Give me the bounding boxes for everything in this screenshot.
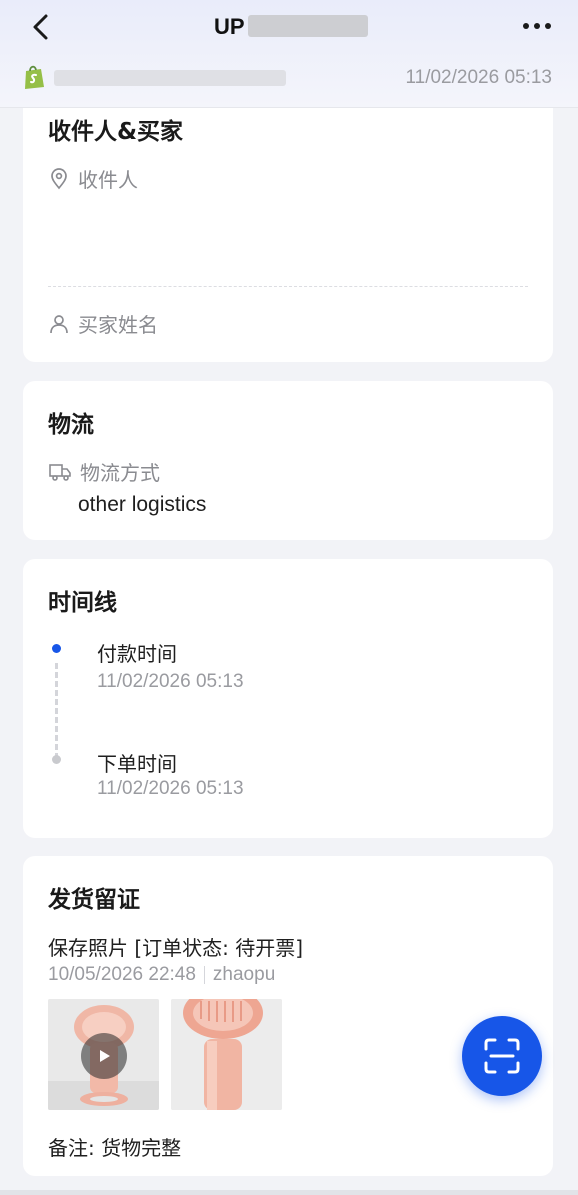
chevron-left-icon (33, 14, 48, 40)
title-redacted (248, 15, 368, 37)
back-button[interactable] (26, 12, 56, 42)
buyer-name-row: 买家姓名 (48, 309, 158, 338)
proof-meta-row: 10/05/2026 22:48 zhaopu (48, 964, 275, 986)
scan-button[interactable] (462, 1016, 542, 1096)
play-button[interactable] (81, 1033, 127, 1079)
logistics-method-row: 物流方式 (48, 457, 160, 486)
proof-date: 10/05/2026 22:48 (48, 964, 196, 985)
timeline-connector (55, 663, 58, 759)
recipient-row: 收件人 (48, 164, 138, 193)
top-header: UP 11/02/2026 05:13 (0, 0, 578, 108)
delivery-truck-icon (49, 463, 71, 481)
timeline-event-time: 11/02/2026 05:13 (97, 778, 244, 799)
timeline-event-label: 下单时间 (97, 752, 177, 776)
logistics-card: 物流 物流方式 other logistics (23, 381, 553, 540)
shop-name-redacted (54, 70, 286, 86)
play-icon (100, 1050, 110, 1062)
proof-video-thumbnail[interactable] (48, 999, 159, 1110)
recipient-buyer-card: 收件人&买家 收件人 买家姓名 (23, 100, 553, 362)
timeline-dot-active (52, 644, 61, 653)
photo-status-text: 保存照片 [订单状态: 待开票] (48, 936, 304, 960)
recipient-label: 收件人 (78, 168, 138, 192)
timeline-event-label: 付款时间 (97, 642, 177, 666)
bottom-edge (0, 1190, 578, 1195)
timeline-title: 时间线 (48, 590, 117, 616)
person-icon (50, 314, 68, 333)
proof-note: 备注: 货物完整 (48, 1136, 182, 1160)
logistics-method-value: other logistics (78, 493, 207, 516)
timeline-card: 时间线 付款时间 11/02/2026 05:13 下单时间 11/02/202… (23, 559, 553, 838)
logistics-title: 物流 (48, 412, 94, 438)
shipment-proof-title: 发货留证 (48, 887, 140, 913)
proof-operator: zhaopu (212, 964, 276, 985)
buyer-name-label: 买家姓名 (78, 313, 158, 337)
more-horizontal-icon (523, 23, 551, 29)
shopify-bag-icon (25, 65, 44, 89)
scan-icon (484, 1038, 520, 1074)
order-time: 11/02/2026 05:13 (405, 67, 552, 88)
location-pin-icon (51, 167, 67, 189)
timeline-event-time: 11/02/2026 05:13 (97, 671, 244, 692)
more-button[interactable] (520, 15, 554, 37)
fan-product-image (171, 999, 282, 1110)
proof-photo-thumbnail[interactable] (171, 999, 282, 1110)
logistics-method-label: 物流方式 (80, 461, 160, 485)
divider (48, 286, 528, 287)
page-title: UP (214, 14, 245, 39)
shipment-proof-card: 发货留证 保存照片 [订单状态: 待开票] 10/05/2026 22:48 z… (23, 856, 553, 1176)
meta-separator (203, 966, 205, 984)
recipient-buyer-title: 收件人&买家 (48, 119, 184, 145)
timeline-dot (52, 755, 61, 764)
shop-row: 11/02/2026 05:13 (22, 64, 562, 92)
